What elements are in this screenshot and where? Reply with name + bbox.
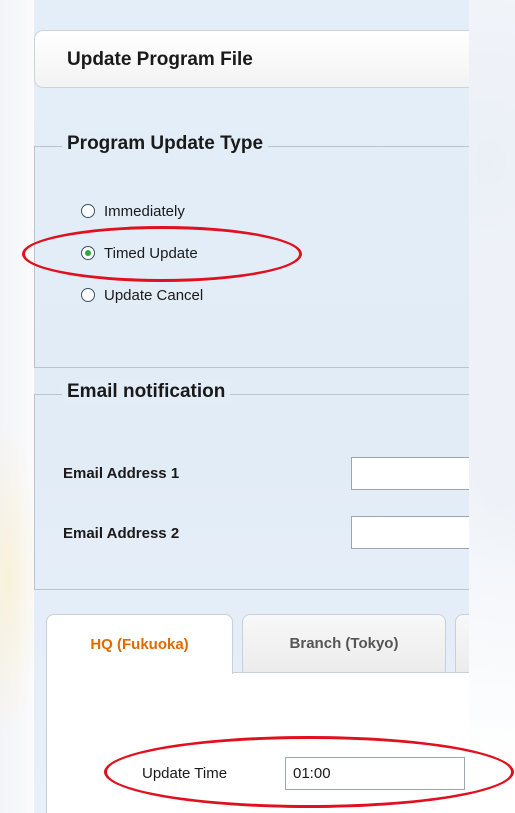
tab-branch-tokyo[interactable]: Branch (Tokyo) — [242, 614, 446, 672]
email-address-1-label: Email Address 1 — [63, 465, 180, 482]
email-address-1-input[interactable] — [351, 457, 469, 490]
radio-label: Update Cancel — [104, 286, 204, 304]
tab-hq-fukuoka[interactable]: HQ (Fukuoka) — [46, 614, 233, 674]
tab-next[interactable] — [455, 614, 469, 672]
tab-panel — [46, 672, 469, 813]
page-title: Update Program File — [67, 49, 253, 70]
email-notification-group — [34, 394, 469, 590]
title-bar: Update Program File — [34, 30, 469, 88]
email-address-2-input[interactable] — [351, 516, 469, 549]
radio-label: Immediately — [104, 202, 185, 220]
email-address-2-label: Email Address 2 — [63, 525, 180, 542]
radio-circle[interactable] — [81, 288, 95, 302]
radio-circle[interactable] — [81, 204, 95, 218]
email-notification-legend: Email notification — [62, 381, 231, 403]
radio-update-cancel[interactable]: Update Cancel — [81, 284, 203, 306]
settings-panel: Update Program File Program Update Type … — [34, 0, 469, 813]
update-time-label: Update Time — [142, 765, 228, 782]
radio-timed-update[interactable]: Timed Update — [81, 242, 198, 264]
update-time-input[interactable] — [285, 757, 465, 790]
update-type-legend: Program Update Type — [62, 133, 269, 155]
radio-immediately[interactable]: Immediately — [81, 200, 185, 222]
radio-label: Timed Update — [104, 244, 198, 262]
radio-circle[interactable] — [81, 246, 95, 260]
